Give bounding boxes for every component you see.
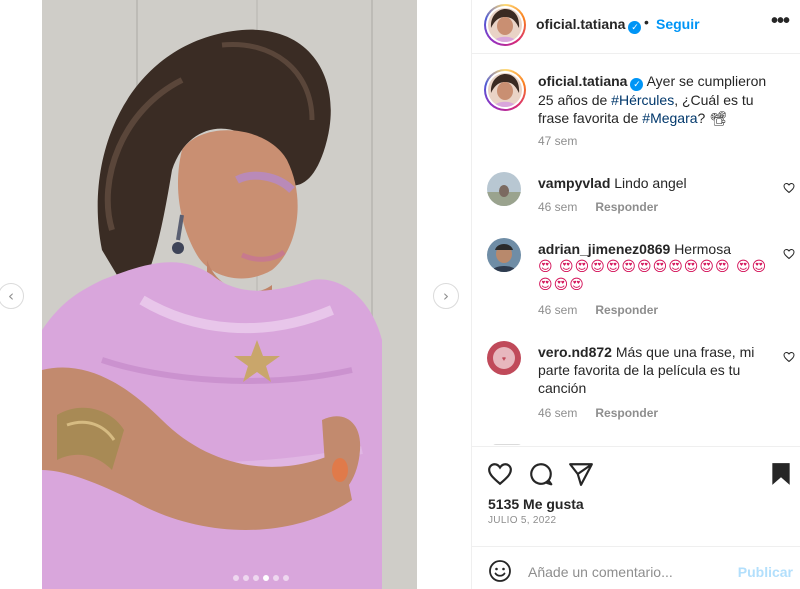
next-slide-button[interactable]: ›: [433, 283, 459, 309]
comment-meta: 46 sem Responder: [538, 200, 658, 214]
bookmark-saved-icon[interactable]: [768, 461, 794, 487]
like-comment-heart-icon[interactable]: [783, 182, 795, 194]
reply-button[interactable]: Responder: [595, 200, 658, 214]
comment-time[interactable]: 46 sem: [538, 406, 577, 420]
reply-button[interactable]: Responder: [595, 303, 658, 317]
film-projector-icon: 📽: [709, 111, 728, 127]
comment-text: vampyvlad Lindo angel: [538, 174, 772, 192]
carousel-dot: [253, 575, 259, 581]
svg-text:♥: ♥: [502, 356, 506, 363]
caption-time[interactable]: 47 sem: [538, 134, 577, 148]
verified-badge-icon: ✓: [630, 78, 644, 91]
commenter-avatar[interactable]: [487, 238, 521, 272]
chevron-right-icon: ›: [443, 287, 449, 305]
carousel-dot: [233, 575, 239, 581]
post-actions: 5135 Me gusta JULIO 5, 2022: [472, 446, 800, 546]
caption-text-part: ?: [697, 110, 710, 126]
comment-meta: 46 sem Responder: [538, 406, 658, 420]
post-photo[interactable]: [42, 0, 417, 589]
next-comment-avatar-peek: [492, 444, 522, 445]
comment-meta: 46 sem Responder: [538, 303, 658, 317]
like-comment-heart-icon[interactable]: [783, 351, 795, 363]
hashtag-link[interactable]: #Megara: [642, 110, 697, 126]
comment-text: vero.nd872 Más que una frase, mi parte f…: [538, 343, 772, 397]
post-photo-illustration: [42, 0, 417, 589]
carousel-dot: [283, 575, 289, 581]
commenter-avatar[interactable]: ♥: [487, 341, 521, 375]
post-media-pane: ‹ ›: [0, 0, 471, 589]
comment-time[interactable]: 46 sem: [538, 200, 577, 214]
carousel-dot: [243, 575, 249, 581]
chevron-left-icon: ‹: [8, 287, 14, 305]
add-comment-bar: Añade un comentario... Publicar: [472, 546, 800, 589]
reply-button[interactable]: Responder: [595, 406, 658, 420]
carousel-indicator: [233, 575, 289, 581]
like-heart-icon[interactable]: [487, 461, 513, 487]
emoji-picker-icon[interactable]: [488, 559, 512, 583]
like-comment-heart-icon[interactable]: [783, 248, 795, 260]
comment-body: Lindo angel: [614, 175, 687, 191]
comment-username[interactable]: adrian_jimenez0869: [538, 241, 670, 257]
previous-slide-button[interactable]: ‹: [0, 283, 24, 309]
follow-button[interactable]: Seguir: [656, 16, 700, 32]
post-date[interactable]: JULIO 5, 2022: [488, 515, 556, 526]
caption-username[interactable]: oficial.tatiana: [538, 73, 627, 89]
comment-username[interactable]: vero.nd872: [538, 344, 612, 360]
post-side-panel: oficial.tatiana ✓ • Seguir ••• oficial.ta…: [471, 0, 800, 589]
separator-bullet: •: [644, 14, 649, 30]
caption-avatar[interactable]: [484, 69, 526, 111]
comment-time[interactable]: 46 sem: [538, 303, 577, 317]
author-avatar-image: [488, 8, 522, 42]
heart-eyes-emoji-icon: 😍 😍😍😍😍😍😍😍😍😍😍😍 😍😍😍😍😍: [538, 259, 768, 293]
commenter-avatar[interactable]: [487, 172, 521, 206]
comment-body: Hermosa: [674, 241, 731, 257]
post-header: oficial.tatiana ✓ • Seguir •••: [472, 0, 800, 54]
caption-meta: 47 sem: [538, 134, 577, 148]
publish-button[interactable]: Publicar: [738, 564, 793, 580]
comments-list[interactable]: oficial.tatiana ✓ Ayer se cumplieron 25 a…: [472, 55, 800, 445]
author-username[interactable]: oficial.tatiana ✓: [536, 16, 642, 34]
hashtag-link[interactable]: #Hércules: [611, 92, 674, 108]
carousel-dot-active: [263, 575, 269, 581]
caption-text: oficial.tatiana ✓ Ayer se cumplieron 25 a…: [538, 72, 772, 128]
comment-bubble-icon[interactable]: [528, 461, 554, 487]
likes-count[interactable]: 5135 Me gusta: [488, 496, 584, 512]
comment-input[interactable]: Añade un comentario...: [528, 564, 673, 580]
verified-badge-icon: ✓: [628, 21, 642, 34]
comment-text: adrian_jimenez0869 Hermosa 😍 😍😍😍😍😍😍😍😍😍😍😍…: [538, 240, 772, 294]
author-avatar[interactable]: [484, 4, 526, 46]
carousel-dot: [273, 575, 279, 581]
more-options-icon[interactable]: •••: [771, 10, 790, 33]
comment-username[interactable]: vampyvlad: [538, 175, 610, 191]
share-send-icon[interactable]: [568, 461, 594, 487]
caption-avatar-image: [488, 73, 522, 107]
